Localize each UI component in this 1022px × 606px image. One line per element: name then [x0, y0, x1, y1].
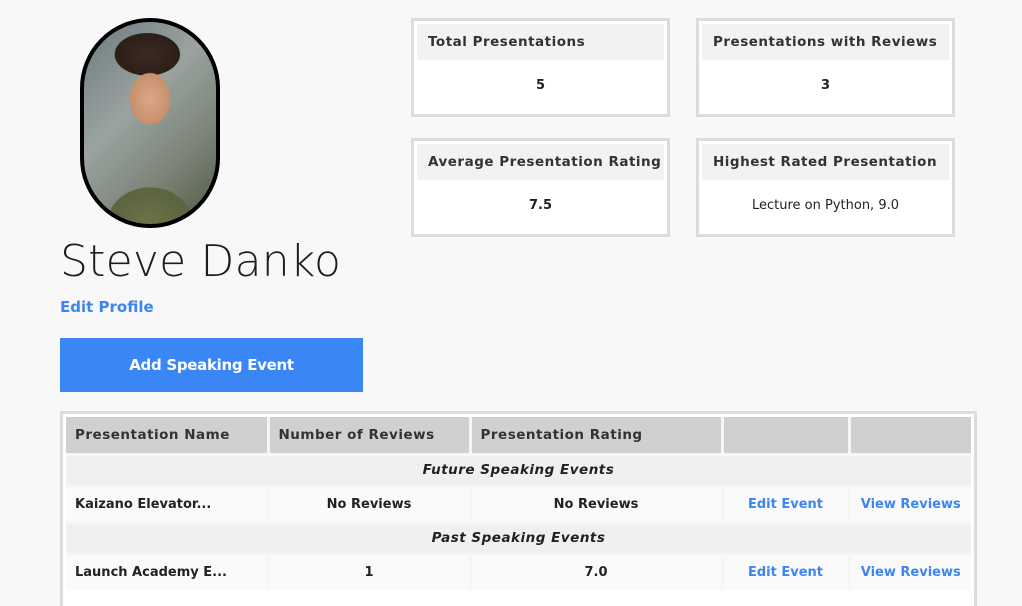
review-count: 1	[268, 552, 472, 590]
add-speaking-event-button[interactable]: Add Speaking Event	[60, 338, 363, 392]
presentation-name[interactable]: Kaizano Elevator...	[66, 484, 270, 522]
stat-card-label: Presentations with Reviews	[702, 24, 949, 60]
stat-card-value: 3	[820, 78, 831, 93]
stat-card-with-reviews: Presentations with Reviews 3	[696, 18, 955, 117]
section-label: Past Speaking Events	[66, 520, 971, 554]
table-row: Launch Academy E... 1 7.0 Edit Event Vie…	[66, 552, 971, 590]
stat-card-label: Highest Rated Presentation	[702, 144, 949, 180]
table-header-row: Presentation Name Number of Reviews Pres…	[66, 417, 971, 454]
section-row-future: Future Speaking Events	[66, 452, 971, 486]
stat-card-value: 5	[535, 78, 546, 93]
stat-card-value: Lecture on Python, 9.0	[751, 198, 899, 213]
section-label: Future Speaking Events	[66, 452, 971, 486]
presentation-rating: No Reviews	[470, 484, 724, 522]
presentation-rating: 7.0	[470, 552, 724, 590]
column-header-presentation-rating[interactable]: Presentation Rating	[470, 417, 724, 454]
stat-card-value: 7.5	[528, 198, 553, 213]
presentation-name[interactable]: Launch Academy E...	[66, 552, 270, 590]
column-header-presentation-name[interactable]: Presentation Name	[66, 417, 270, 454]
stat-card-highest-rated: Highest Rated Presentation Lecture on Py…	[696, 138, 955, 237]
profile-page: Steve Danko Edit Profile Add Speaking Ev…	[0, 0, 1022, 606]
column-header-edit	[722, 417, 851, 454]
column-header-number-of-reviews[interactable]: Number of Reviews	[268, 417, 472, 454]
stat-card-label: Total Presentations	[417, 24, 664, 60]
stat-card-label: Average Presentation Rating	[417, 144, 664, 180]
column-header-view	[849, 417, 971, 454]
section-row-past: Past Speaking Events	[66, 520, 971, 554]
stat-card-total: Total Presentations 5	[411, 18, 670, 117]
user-name: Steve Danko	[60, 236, 342, 287]
view-reviews-link[interactable]: View Reviews	[849, 484, 971, 522]
presentations-table: Presentation Name Number of Reviews Pres…	[60, 411, 977, 606]
avatar	[80, 18, 220, 228]
edit-profile-link[interactable]: Edit Profile	[60, 298, 154, 316]
table-row: Kaizano Elevator... No Reviews No Review…	[66, 484, 971, 522]
edit-event-link[interactable]: Edit Event	[722, 552, 851, 590]
view-reviews-link[interactable]: View Reviews	[849, 552, 971, 590]
edit-event-link[interactable]: Edit Event	[722, 484, 851, 522]
stat-card-average-rating: Average Presentation Rating 7.5	[411, 138, 670, 237]
review-count: No Reviews	[268, 484, 472, 522]
